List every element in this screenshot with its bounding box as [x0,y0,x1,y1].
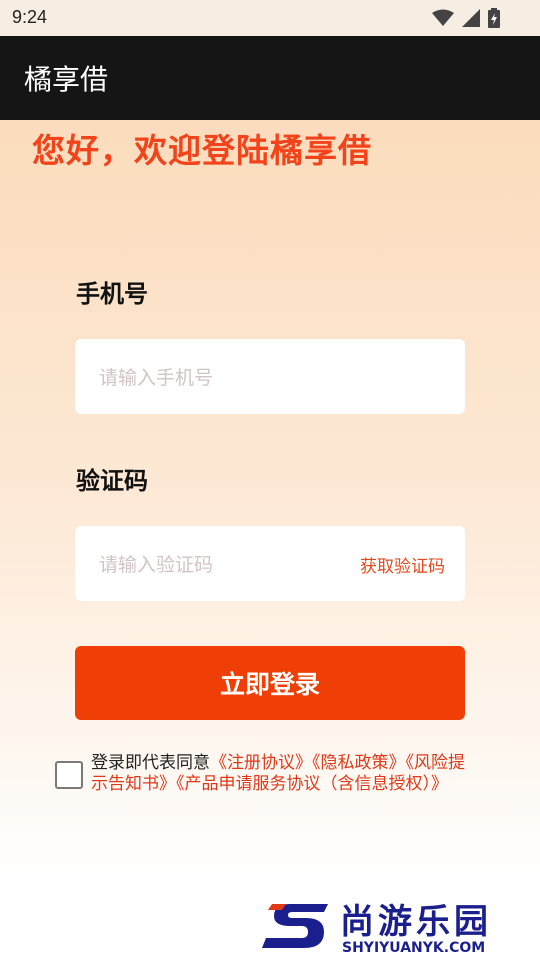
phone-input[interactable] [97,339,341,416]
watermark: 尚游乐园 SHYIYUANYK.COM [262,892,540,960]
link-privacy-policy[interactable]: 《隐私政策》 [312,753,406,773]
watermark-name: 尚游乐园 [340,902,492,942]
wifi-icon [432,9,454,26]
get-code-button[interactable]: 获取验证码 [360,552,445,577]
welcome-heading: 您好，欢迎登陆橘享借 [32,131,372,170]
status-icons [432,8,500,28]
app-bar: 橘享借 [0,36,540,120]
agreement-checkbox[interactable] [55,761,83,789]
login-content: 您好，欢迎登陆橘享借 手机号 验证码 获取验证码 立即登录 登录即代表同意《注册… [0,120,540,960]
watermark-logo-icon [262,904,328,948]
status-bar: 9:24 [0,0,540,36]
app-title: 橘享借 [24,63,109,96]
agreement-text: 登录即代表同意《注册协议》《隐私政策》《风险提示告知书》《产品申请服务协议（含信… [91,753,471,795]
code-input[interactable] [97,526,341,603]
signal-icon [462,9,480,27]
phone-label: 手机号 [76,280,148,308]
code-field-box: 获取验证码 [75,526,465,603]
link-product-service-agreement[interactable]: 《产品申请服务协议（含信息授权）》 [176,774,448,794]
status-time: 9:24 [12,7,48,27]
agreement-prefix: 登录即代表同意 [91,753,210,773]
phone-field-box [75,339,465,416]
link-register-agreement[interactable]: 《注册协议》 [210,753,312,773]
watermark-url: SHYIYUANYK.COM [342,940,486,956]
login-button[interactable]: 立即登录 [75,646,465,720]
code-label: 验证码 [76,467,148,495]
battery-icon [488,8,500,28]
